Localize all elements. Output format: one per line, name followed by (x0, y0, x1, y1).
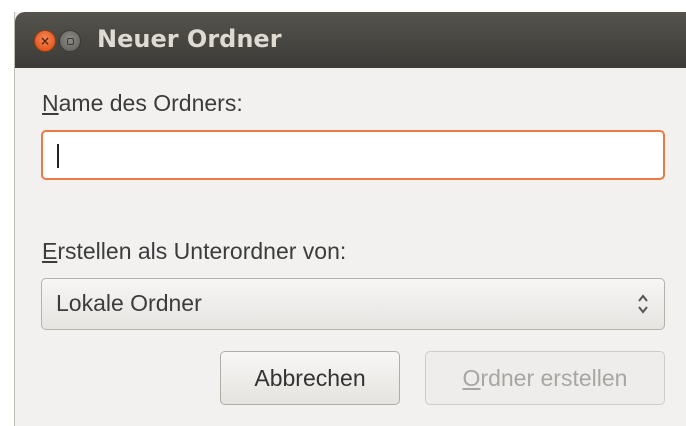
dialog-window: × Neuer Ordner Name des Ordners: Erstell… (14, 12, 686, 426)
minimize-icon (66, 37, 74, 45)
close-icon: × (39, 34, 51, 48)
parent-folder-label-mnemonic: E (42, 238, 58, 264)
parent-folder-selected: Lokale Ordner (56, 290, 202, 316)
cancel-button[interactable]: Abbrechen (220, 351, 400, 405)
minimize-button[interactable] (59, 30, 81, 52)
folder-name-input[interactable] (41, 130, 665, 180)
parent-folder-label-text: rstellen als Unterordner von: (57, 238, 347, 264)
up-down-arrows-icon (638, 294, 648, 314)
create-folder-button[interactable]: Ordner erstellen (425, 351, 665, 405)
cancel-button-label: Abbrechen (254, 364, 366, 391)
parent-folder-select[interactable]: Lokale Ordner (41, 278, 665, 330)
title-bar[interactable]: × Neuer Ordner (15, 12, 686, 68)
create-folder-button-label: rdner erstellen (480, 364, 628, 391)
folder-name-label: Name des Ordners: (42, 90, 243, 117)
create-folder-button-mnemonic: O (462, 364, 481, 391)
parent-folder-label: Erstellen als Unterordner von: (42, 238, 346, 265)
window-title: Neuer Ordner (97, 25, 282, 53)
folder-name-label-mnemonic: N (42, 90, 59, 116)
text-caret (57, 144, 59, 168)
folder-name-label-text: ame des Ordners: (58, 90, 243, 116)
close-button[interactable]: × (34, 30, 56, 52)
